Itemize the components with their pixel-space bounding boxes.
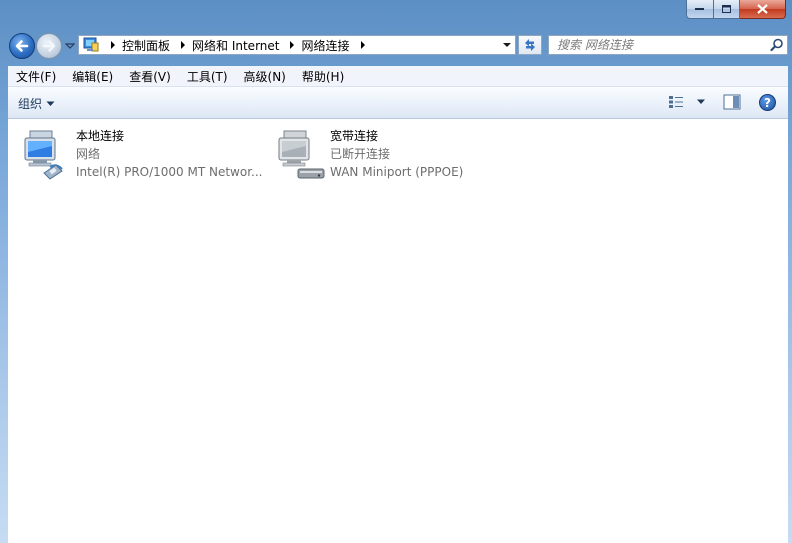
connection-device: Intel(R) PRO/1000 MT Networ... [76, 165, 263, 179]
help-button[interactable]: ? [759, 94, 776, 111]
help-icon: ? [764, 95, 771, 110]
maximize-icon [721, 4, 731, 13]
back-button[interactable] [9, 33, 35, 59]
chevron-down-icon [46, 101, 55, 106]
breadcrumb-network-connections[interactable]: 网络连接 [279, 36, 371, 54]
menu-edit[interactable]: 编辑(E) [64, 68, 121, 85]
close-icon [757, 4, 768, 14]
address-history-dropdown-icon[interactable] [502, 40, 512, 50]
caption-buttons [686, 0, 786, 19]
breadcrumb-arrow-icon[interactable] [287, 40, 297, 50]
view-options-icon [669, 96, 683, 108]
broadband-computer-icon [278, 130, 325, 179]
connections-list: 本地连接 网络 Intel(R) PRO/1000 MT Networ... 宽… [8, 119, 788, 543]
search-icon[interactable] [770, 38, 784, 52]
address-bar[interactable]: 控制面板 网络和 Internet 网络连接 [78, 35, 516, 55]
menu-bar: 文件(F) 编辑(E) 查看(V) 工具(T) 高级(N) 帮助(H) [8, 66, 788, 87]
connection-text: 宽带连接 已断开连接 WAN Miniport (PPPOE) [330, 127, 463, 181]
preview-pane-icon[interactable] [723, 94, 741, 110]
menu-file[interactable]: 文件(F) [8, 68, 64, 85]
recent-pages-dropdown-icon[interactable] [65, 41, 75, 51]
menu-advanced[interactable]: 高级(N) [236, 68, 294, 85]
connection-name: 宽带连接 [330, 129, 379, 143]
menu-tools[interactable]: 工具(T) [179, 68, 236, 85]
change-view-button[interactable] [668, 95, 706, 109]
menu-help[interactable]: 帮助(H) [294, 68, 352, 85]
breadcrumb-arrow-icon[interactable] [178, 40, 188, 50]
network-connections-window: 控制面板 网络和 Internet 网络连接 文件(F) 编辑(E) 查看(V)… [0, 0, 792, 543]
breadcrumb-label[interactable]: 网络连接 [301, 37, 349, 54]
connection-item-local[interactable]: 本地连接 网络 Intel(R) PRO/1000 MT Networ... [22, 127, 263, 181]
organize-label: 组织 [18, 97, 43, 111]
connection-name: 本地连接 [76, 129, 125, 143]
menu-view[interactable]: 查看(V) [121, 68, 179, 85]
chevron-down-icon[interactable] [696, 99, 706, 105]
breadcrumb-arrow-icon[interactable] [108, 40, 118, 50]
refresh-icon [525, 39, 535, 51]
connection-item-broadband[interactable]: 宽带连接 已断开连接 WAN Miniport (PPPOE) [276, 127, 463, 181]
connection-status: 已断开连接 [330, 147, 391, 161]
forward-arrow-icon [42, 40, 56, 52]
search-input[interactable] [549, 36, 767, 54]
connection-text: 本地连接 网络 Intel(R) PRO/1000 MT Networ... [76, 127, 263, 181]
breadcrumb-control-panel[interactable]: 控制面板 [100, 36, 170, 54]
control-panel-icon [83, 37, 99, 52]
connection-device: WAN Miniport (PPPOE) [330, 165, 464, 179]
organize-button[interactable]: 组织 [18, 95, 55, 112]
navigation-buttons [9, 32, 79, 60]
minimize-icon [695, 8, 704, 10]
lan-computer-icon [24, 130, 63, 180]
breadcrumb-label[interactable]: 网络和 Internet [192, 37, 279, 54]
breadcrumb-network-internet[interactable]: 网络和 Internet [170, 36, 279, 54]
minimize-button[interactable] [686, 0, 714, 19]
connection-status: 网络 [76, 147, 101, 161]
back-arrow-icon [15, 40, 29, 52]
breadcrumb-label[interactable]: 控制面板 [122, 37, 170, 54]
breadcrumb-arrow-icon[interactable] [358, 40, 368, 50]
forward-button[interactable] [36, 33, 62, 59]
close-button[interactable] [740, 0, 786, 19]
refresh-button[interactable] [518, 35, 542, 55]
maximize-button[interactable] [714, 0, 740, 19]
command-bar: 组织 ? [8, 87, 788, 119]
search-box[interactable] [548, 35, 788, 55]
